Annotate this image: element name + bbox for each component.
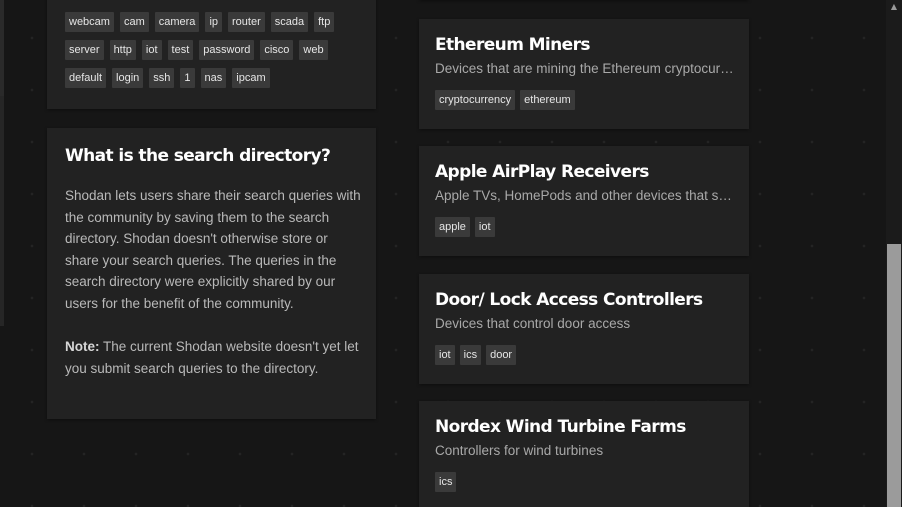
tag-chip[interactable]: ipcam xyxy=(232,68,270,88)
query-title[interactable]: Door/ Lock Access Controllers xyxy=(435,290,703,310)
query-tags: apple iot xyxy=(435,217,495,237)
note-label: Note: xyxy=(65,339,100,354)
query-description: Devices that control door access xyxy=(435,316,631,331)
tag-chip[interactable]: router xyxy=(228,12,265,32)
about-body: Shodan lets users share their search que… xyxy=(65,188,361,311)
query-title[interactable]: Ethereum Miners xyxy=(435,35,591,55)
note-text: The current Shodan website doesn't yet l… xyxy=(65,339,359,376)
about-note: Note: The current Shodan website doesn't… xyxy=(65,336,361,379)
tag-chip[interactable]: scada xyxy=(270,12,309,32)
tag-chip[interactable]: 1 xyxy=(180,68,195,88)
tag-chip[interactable]: cisco xyxy=(260,40,294,60)
scrollbar-thumb[interactable] xyxy=(887,244,901,507)
tag-chip[interactable]: apple xyxy=(435,217,470,237)
query-title[interactable]: Apple AirPlay Receivers xyxy=(435,162,649,182)
query-card-ethereum-miners[interactable]: Ethereum Miners Devices that are mining … xyxy=(419,19,749,129)
query-card-nordex-wind[interactable]: Nordex Wind Turbine Farms Controllers fo… xyxy=(419,401,749,507)
tag-chip[interactable]: server xyxy=(65,40,104,60)
tag-chip[interactable]: cryptocurrency xyxy=(435,90,516,110)
tag-chip[interactable]: default xyxy=(65,68,107,88)
tag-chip[interactable]: cam xyxy=(119,12,149,32)
query-description: Controllers for wind turbines xyxy=(435,443,604,458)
tag-chip[interactable]: nas xyxy=(200,68,227,88)
tag-chip[interactable]: test xyxy=(167,40,194,60)
tag-chip[interactable]: ssh xyxy=(149,68,175,88)
scroll-up-arrow-icon[interactable]: ▲ xyxy=(886,0,902,14)
query-tags: iot ics door xyxy=(435,345,517,365)
page: webcam cam camera ip router scada ftp server htt… xyxy=(0,0,902,507)
tag-chip[interactable]: ip xyxy=(205,12,222,32)
query-title[interactable]: Nordex Wind Turbine Farms xyxy=(435,417,686,437)
tag-chip[interactable]: iot xyxy=(435,345,455,365)
tag-chip[interactable]: login xyxy=(112,68,144,88)
tag-chip[interactable]: ethereum xyxy=(520,90,575,110)
tag-chip[interactable]: door xyxy=(486,345,517,365)
query-tags: cryptocurrency ethereum xyxy=(435,90,575,110)
about-directory-card: What is the search directory? Shodan let… xyxy=(47,128,376,419)
tag-chip[interactable]: camera xyxy=(154,12,200,32)
about-title: What is the search directory? xyxy=(65,146,331,166)
tag-chip[interactable]: http xyxy=(109,40,136,60)
left-edge-fragment xyxy=(0,0,4,106)
tag-chip[interactable]: ftp xyxy=(314,12,335,32)
tag-cloud: webcam cam camera ip router scada ftp server htt… xyxy=(65,12,365,88)
tag-chip[interactable]: webcam xyxy=(65,12,114,32)
tag-cloud-card: webcam cam camera ip router scada ftp server htt… xyxy=(47,0,376,109)
tag-chip[interactable]: password xyxy=(199,40,255,60)
query-card-door-lock[interactable]: Door/ Lock Access Controllers Devices th… xyxy=(419,274,749,384)
left-edge-fragment xyxy=(0,96,4,326)
tag-chip[interactable]: iot xyxy=(474,217,495,237)
tag-chip[interactable]: web xyxy=(299,40,328,60)
tag-chip[interactable]: iot xyxy=(141,40,162,60)
tag-chip[interactable]: ics xyxy=(435,472,457,492)
tag-chip[interactable]: ics xyxy=(459,345,482,365)
query-description: Devices that are mining the Ethereum cry… xyxy=(435,61,735,76)
query-description: Apple TVs, HomePods and other devices th… xyxy=(435,188,735,203)
query-card-apple-airplay[interactable]: Apple AirPlay Receivers Apple TVs, HomeP… xyxy=(419,146,749,256)
query-tags: ics xyxy=(435,472,457,492)
